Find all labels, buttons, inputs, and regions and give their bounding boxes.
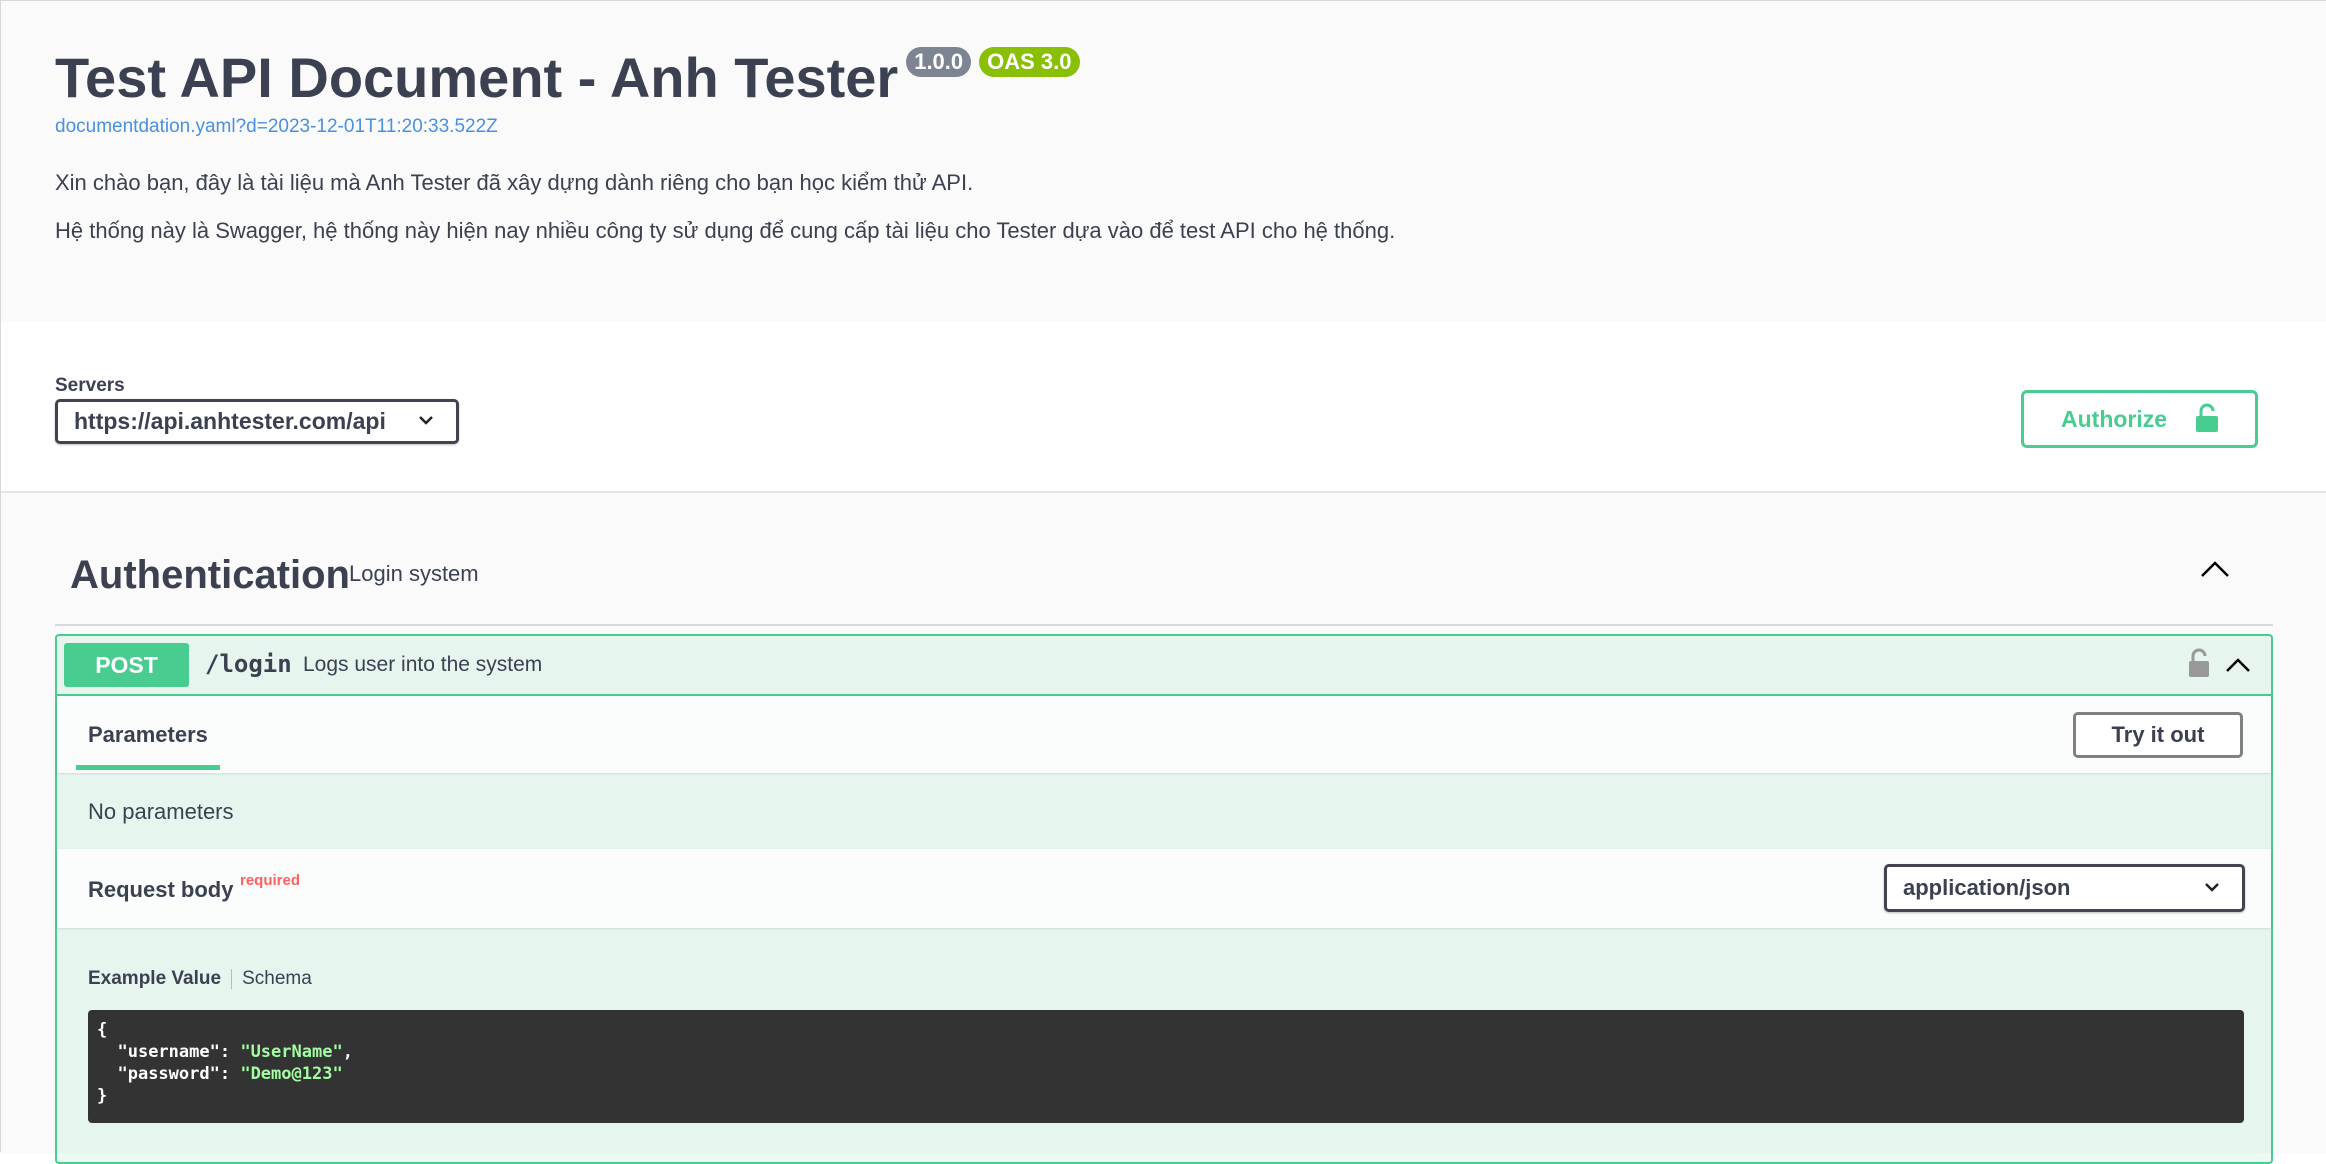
operation-path: /login	[205, 650, 292, 678]
parameters-header: Parameters Try it out	[57, 696, 2271, 773]
tab-schema[interactable]: Schema	[242, 968, 312, 990]
oas-badge: OAS 3.0	[979, 47, 1080, 77]
scheme-container: Servers https://api.anhtester.com/api Au…	[1, 322, 2326, 493]
code-password-key: "password"	[117, 1064, 220, 1084]
tab-parameters[interactable]: Parameters	[88, 722, 208, 748]
example-schema-tabs: Example Value Schema	[88, 968, 312, 990]
code-username-key: "username"	[117, 1042, 220, 1062]
request-body-title: Request body	[88, 877, 234, 902]
tab-divider	[231, 969, 233, 989]
content-type-select[interactable]: application/json	[1884, 864, 2245, 912]
code-password-value: "Demo@123"	[240, 1064, 343, 1084]
chevron-down-icon	[419, 416, 433, 425]
chevron-up-icon[interactable]	[2197, 551, 2233, 587]
server-select-value: https://api.anhtester.com/api	[74, 408, 386, 434]
operations-section: Authentication Login system POST /login …	[1, 493, 2326, 1164]
info-section: Test API Document - Anh Tester 1.0.0 OAS…	[1, 1, 2326, 322]
example-code-block: { "username": "UserName", "password": "D…	[88, 1010, 2244, 1123]
code-close-brace: }	[97, 1086, 108, 1106]
required-label: required	[240, 872, 301, 889]
authorize-label: Authorize	[2061, 405, 2168, 432]
method-badge: POST	[64, 643, 189, 687]
chevron-up-icon[interactable]	[2223, 650, 2253, 680]
title-row: Test API Document - Anh Tester 1.0.0 OAS…	[55, 41, 1080, 115]
servers-label: Servers	[55, 375, 125, 396]
operation-post-login: POST /login Logs user into the system Pa…	[55, 634, 2273, 1164]
operation-summary[interactable]: POST /login Logs user into the system	[57, 636, 2271, 696]
lock-icon[interactable]	[2187, 647, 2211, 679]
description-line-2: Hệ thống này là Swagger, hệ thống này hi…	[55, 218, 1396, 243]
code-username-value: "UserName"	[240, 1042, 343, 1062]
tag-header-authentication[interactable]: Authentication Login system	[55, 493, 2273, 626]
try-it-out-button[interactable]: Try it out	[2073, 712, 2243, 758]
request-body-header: Request body required application/json	[57, 849, 2271, 928]
tag-name: Authentication	[70, 553, 350, 597]
chevron-down-icon	[2205, 883, 2219, 892]
code-open-brace: {	[97, 1020, 108, 1040]
tab-example-value[interactable]: Example Value	[88, 968, 221, 990]
no-parameters-text: No parameters	[88, 799, 234, 824]
server-select[interactable]: https://api.anhtester.com/api	[55, 399, 459, 444]
operation-summary-text: Logs user into the system	[303, 653, 543, 676]
version-badge: 1.0.0	[906, 47, 972, 77]
tag-description: Login system	[349, 561, 479, 586]
description-line-1: Xin chào bạn, đây là tài liệu mà Anh Tes…	[55, 170, 974, 195]
tab-active-underline	[76, 765, 220, 770]
authorize-button[interactable]: Authorize	[2021, 390, 2258, 448]
spec-link[interactable]: documentdation.yaml?d=2023-12-01T11:20:3…	[55, 116, 498, 138]
unlocked-icon	[2196, 403, 2218, 432]
content-type-value: application/json	[1903, 875, 2071, 900]
page-title: Test API Document - Anh Tester	[55, 46, 899, 109]
